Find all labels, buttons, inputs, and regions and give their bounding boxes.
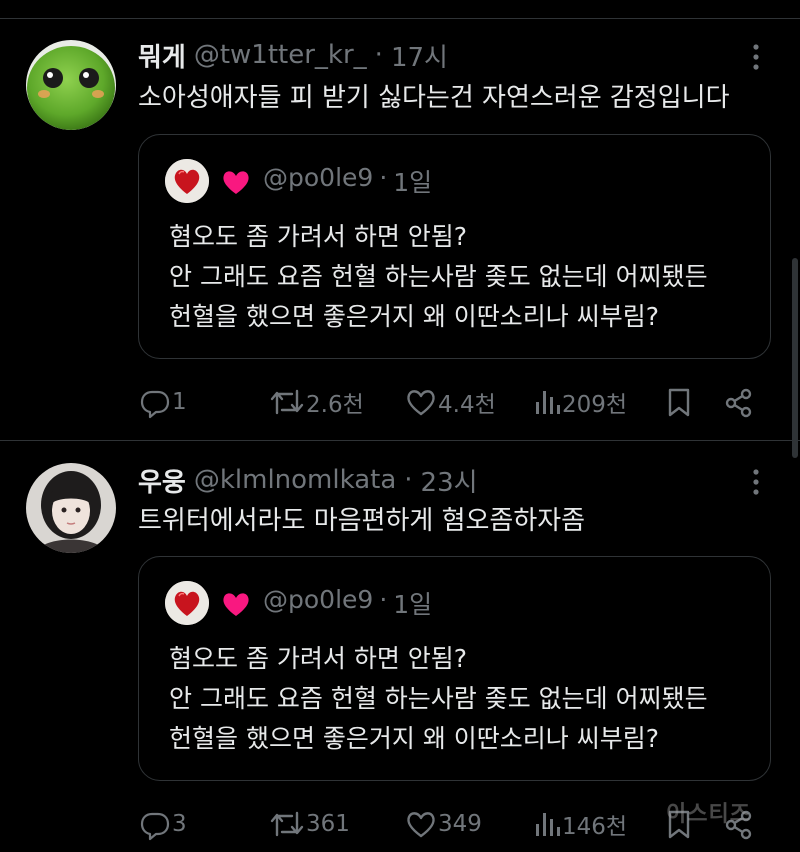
like-count: 4.4천: [438, 392, 496, 418]
quoted-text-line: 안 그래도 요즘 헌혈 하는사람 좆도 없는데 어찌됐든: [169, 684, 708, 713]
quoted-text-line: 헌혈을 했으면 좋은거지 왜 이딴소리나 씨부림?: [169, 724, 660, 753]
separator-dot: ·: [404, 465, 413, 495]
reply-icon: [140, 812, 170, 841]
heart-emoji-icon: [221, 168, 251, 196]
tweet[interactable]: 뭐게 @tw1tter_kr_ · 17시 소아성애자들 피 받기 싫다는건 자…: [0, 0, 800, 440]
separator-dot: ·: [379, 585, 388, 614]
retweet-count: 361: [306, 811, 350, 837]
heart-icon: [407, 390, 435, 416]
quoted-text-line: 혐오도 좀 가려서 하면 안됨?: [169, 644, 468, 673]
quoted-timestamp[interactable]: 1일: [393, 585, 432, 621]
more-options-button[interactable]: [742, 465, 770, 499]
red-heart-emoji-icon: [165, 159, 209, 203]
quoted-avatar[interactable]: [165, 581, 209, 625]
avatar[interactable]: [26, 463, 116, 553]
analytics-icon: [536, 391, 560, 414]
quoted-text-line: 헌혈을 했으면 좋은거지 왜 이딴소리나 씨부림?: [169, 302, 660, 331]
views-button[interactable]: 146천: [532, 804, 627, 844]
view-count: 146천: [562, 814, 628, 840]
quoted-text-line: 혐오도 좀 가려서 하면 안됨?: [169, 222, 468, 251]
share-icon: [725, 388, 752, 418]
view-count: 209천: [562, 392, 628, 418]
quoted-handle[interactable]: @po0le9: [263, 163, 373, 199]
bookmark-icon: [668, 388, 690, 417]
timestamp[interactable]: 17시: [391, 37, 448, 74]
views-button[interactable]: 209천: [532, 382, 627, 422]
display-name[interactable]: 우웅: [138, 462, 186, 499]
retweet-icon: [270, 811, 304, 837]
retweet-icon: [270, 389, 304, 415]
retweet-button[interactable]: 361: [268, 804, 350, 844]
heart-icon: [407, 812, 435, 838]
girl-photo-avatar-icon: [26, 463, 116, 553]
quoted-handle[interactable]: @po0le9: [263, 585, 373, 621]
user-handle[interactable]: @tw1tter_kr_: [194, 40, 367, 70]
quoted-header: @po0le9 · 1일: [263, 585, 432, 621]
reply-count: 1: [172, 389, 187, 415]
bookmark-button[interactable]: [662, 382, 696, 422]
tweet-text: 트위터에서라도 마음편하게 혐오좀하자좀: [138, 506, 586, 536]
more-vertical-icon: [753, 469, 759, 495]
more-options-button[interactable]: [742, 40, 770, 74]
display-name[interactable]: 뭐게: [138, 37, 186, 74]
scrollbar[interactable]: [792, 258, 798, 458]
tweet-header: 뭐게 @tw1tter_kr_ · 17시: [138, 37, 448, 74]
tweet-header: 우웅 @klmlnomlkata · 23시: [138, 462, 478, 499]
share-button[interactable]: [722, 382, 756, 422]
reply-button[interactable]: 3: [138, 804, 187, 844]
quoted-text-line: 안 그래도 요즘 헌혈 하는사람 좆도 없는데 어찌됐든: [169, 262, 708, 291]
watermark: 이스티즈: [666, 802, 751, 827]
analytics-icon: [536, 813, 560, 836]
quoted-header: @po0le9 · 1일: [263, 163, 432, 199]
quoted-text: 혐오도 좀 가려서 하면 안됨? 안 그래도 요즘 헌혈 하는사람 좆도 없는데…: [169, 639, 708, 759]
tweet[interactable]: 우웅 @klmlnomlkata · 23시 트위터에서라도 마음편하게 혐오좀…: [0, 441, 800, 852]
tweet-text: 소아성애자들 피 받기 싫다는건 자연스러운 감정입니다: [138, 83, 730, 113]
quoted-text: 혐오도 좀 가려서 하면 안됨? 안 그래도 요즘 헌혈 하는사람 좆도 없는데…: [169, 217, 708, 337]
quoted-tweet[interactable]: @po0le9 · 1일 혐오도 좀 가려서 하면 안됨? 안 그래도 요즘 헌…: [138, 556, 771, 781]
like-button[interactable]: 4.4천: [404, 382, 496, 422]
reply-count: 3: [172, 811, 187, 837]
separator-dot: ·: [379, 163, 388, 192]
like-button[interactable]: 349: [404, 804, 482, 844]
heart-emoji-icon: [221, 590, 251, 618]
retweet-button[interactable]: 2.6천: [268, 382, 364, 422]
red-heart-emoji-icon: [165, 581, 209, 625]
user-handle[interactable]: @klmlnomlkata: [194, 465, 396, 495]
reply-button[interactable]: 1: [138, 382, 187, 422]
green-frog-plush-avatar-icon: [26, 40, 116, 130]
reply-icon: [140, 390, 170, 419]
avatar[interactable]: [26, 40, 116, 130]
quoted-avatar[interactable]: [165, 159, 209, 203]
quoted-tweet[interactable]: @po0le9 · 1일 혐오도 좀 가려서 하면 안됨? 안 그래도 요즘 헌…: [138, 134, 771, 359]
tweet-actions: 1 2.6천 4.4천 209천: [138, 382, 778, 422]
retweet-count: 2.6천: [306, 392, 364, 418]
separator-dot: ·: [374, 40, 383, 70]
like-count: 349: [438, 811, 482, 837]
timestamp[interactable]: 23시: [421, 462, 478, 499]
more-vertical-icon: [753, 44, 759, 70]
quoted-timestamp[interactable]: 1일: [393, 163, 432, 199]
